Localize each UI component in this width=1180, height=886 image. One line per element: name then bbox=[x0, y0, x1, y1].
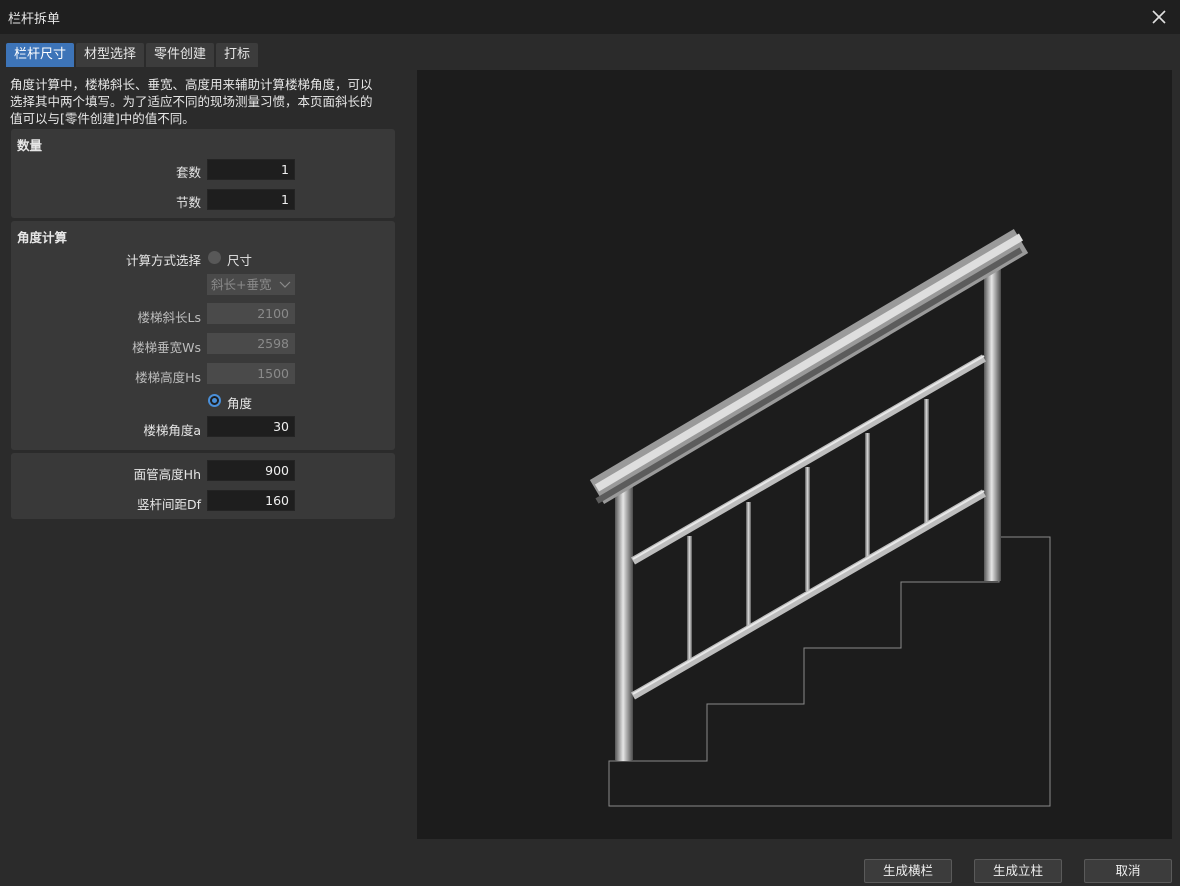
tab-railing-size[interactable]: 栏杆尺寸 bbox=[6, 43, 75, 67]
slope-length-input[interactable] bbox=[207, 303, 295, 324]
chevron-down-icon bbox=[279, 281, 291, 288]
left-post bbox=[615, 476, 633, 761]
railing-preview bbox=[417, 70, 1172, 839]
stair-height-label: 楼梯高度Hs bbox=[135, 370, 201, 385]
dimensions-group: 面管高度Hh 竖杆间距Df bbox=[11, 453, 395, 519]
handrail-height-label: 面管高度Hh bbox=[133, 467, 201, 482]
baluster bbox=[746, 502, 751, 626]
intro-line: 值可以与[零件创建]中的值不同。 bbox=[10, 111, 195, 126]
baluster bbox=[805, 467, 810, 591]
baluster bbox=[924, 399, 929, 523]
intro-text: 角度计算中，楼梯斜长、垂宽、高度用来辅助计算楼梯角度，可以 选择其中两个填写。为… bbox=[10, 76, 402, 127]
baluster bbox=[865, 433, 870, 557]
cancel-button[interactable]: 取消 bbox=[1084, 859, 1172, 883]
sections-input[interactable] bbox=[207, 189, 295, 210]
sets-label: 套数 bbox=[175, 165, 201, 180]
stair-angle-input[interactable] bbox=[207, 416, 295, 437]
window-title: 栏杆拆单 bbox=[8, 12, 61, 27]
baluster bbox=[687, 536, 692, 660]
intro-line: 角度计算中，楼梯斜长、垂宽、高度用来辅助计算楼梯角度，可以 bbox=[10, 77, 373, 92]
vertical-width-input[interactable] bbox=[207, 333, 295, 354]
stair-angle-label: 楼梯角度a bbox=[143, 423, 201, 438]
calc-method-value: 斜长+垂宽 bbox=[211, 277, 272, 292]
tab-marking[interactable]: 打标 bbox=[216, 43, 259, 67]
generate-post-button[interactable]: 生成立柱 bbox=[974, 859, 1062, 883]
stair-height-input[interactable] bbox=[207, 363, 295, 384]
tab-bar: 栏杆尺寸 材型选择 零件创建 打标 bbox=[6, 43, 259, 67]
group-title-angle-calc: 角度计算 bbox=[17, 230, 68, 245]
radio-angle[interactable] bbox=[208, 394, 221, 407]
slope-length-label: 楼梯斜长Ls bbox=[137, 310, 201, 325]
vertical-width-label: 楼梯垂宽Ws bbox=[132, 340, 201, 355]
calc-method-select[interactable]: 斜长+垂宽 bbox=[207, 274, 295, 295]
quantity-group: 数量 套数 节数 bbox=[11, 129, 395, 218]
calc-method-label: 计算方式选择 bbox=[125, 253, 201, 268]
tab-part-creation[interactable]: 零件创建 bbox=[146, 43, 215, 67]
handrail-height-input[interactable] bbox=[207, 460, 295, 481]
right-post bbox=[984, 266, 1001, 581]
sections-label: 节数 bbox=[175, 195, 201, 210]
radio-size[interactable] bbox=[208, 251, 221, 264]
sets-input[interactable] bbox=[207, 159, 295, 180]
tab-material[interactable]: 材型选择 bbox=[76, 43, 145, 67]
group-title-quantity: 数量 bbox=[17, 138, 43, 153]
close-icon[interactable] bbox=[1146, 4, 1172, 30]
angle-calc-group: 角度计算 计算方式选择 尺寸 斜长+垂宽 楼梯斜长Ls 楼梯垂宽Ws 楼梯高度H… bbox=[11, 221, 395, 450]
baluster-spacing-label: 竖杆间距Df bbox=[136, 497, 201, 512]
intro-line: 选择其中两个填写。为了适应不同的现场测量习惯，本页面斜长的 bbox=[10, 94, 373, 109]
radio-angle-label: 角度 bbox=[227, 396, 253, 411]
railing-drawing bbox=[589, 228, 1051, 807]
generate-rail-button[interactable]: 生成横栏 bbox=[864, 859, 952, 883]
title-bar: 栏杆拆单 bbox=[0, 0, 1180, 34]
baluster-spacing-input[interactable] bbox=[207, 490, 295, 511]
handrail-highlight bbox=[594, 233, 1024, 492]
radio-size-label: 尺寸 bbox=[227, 253, 253, 268]
